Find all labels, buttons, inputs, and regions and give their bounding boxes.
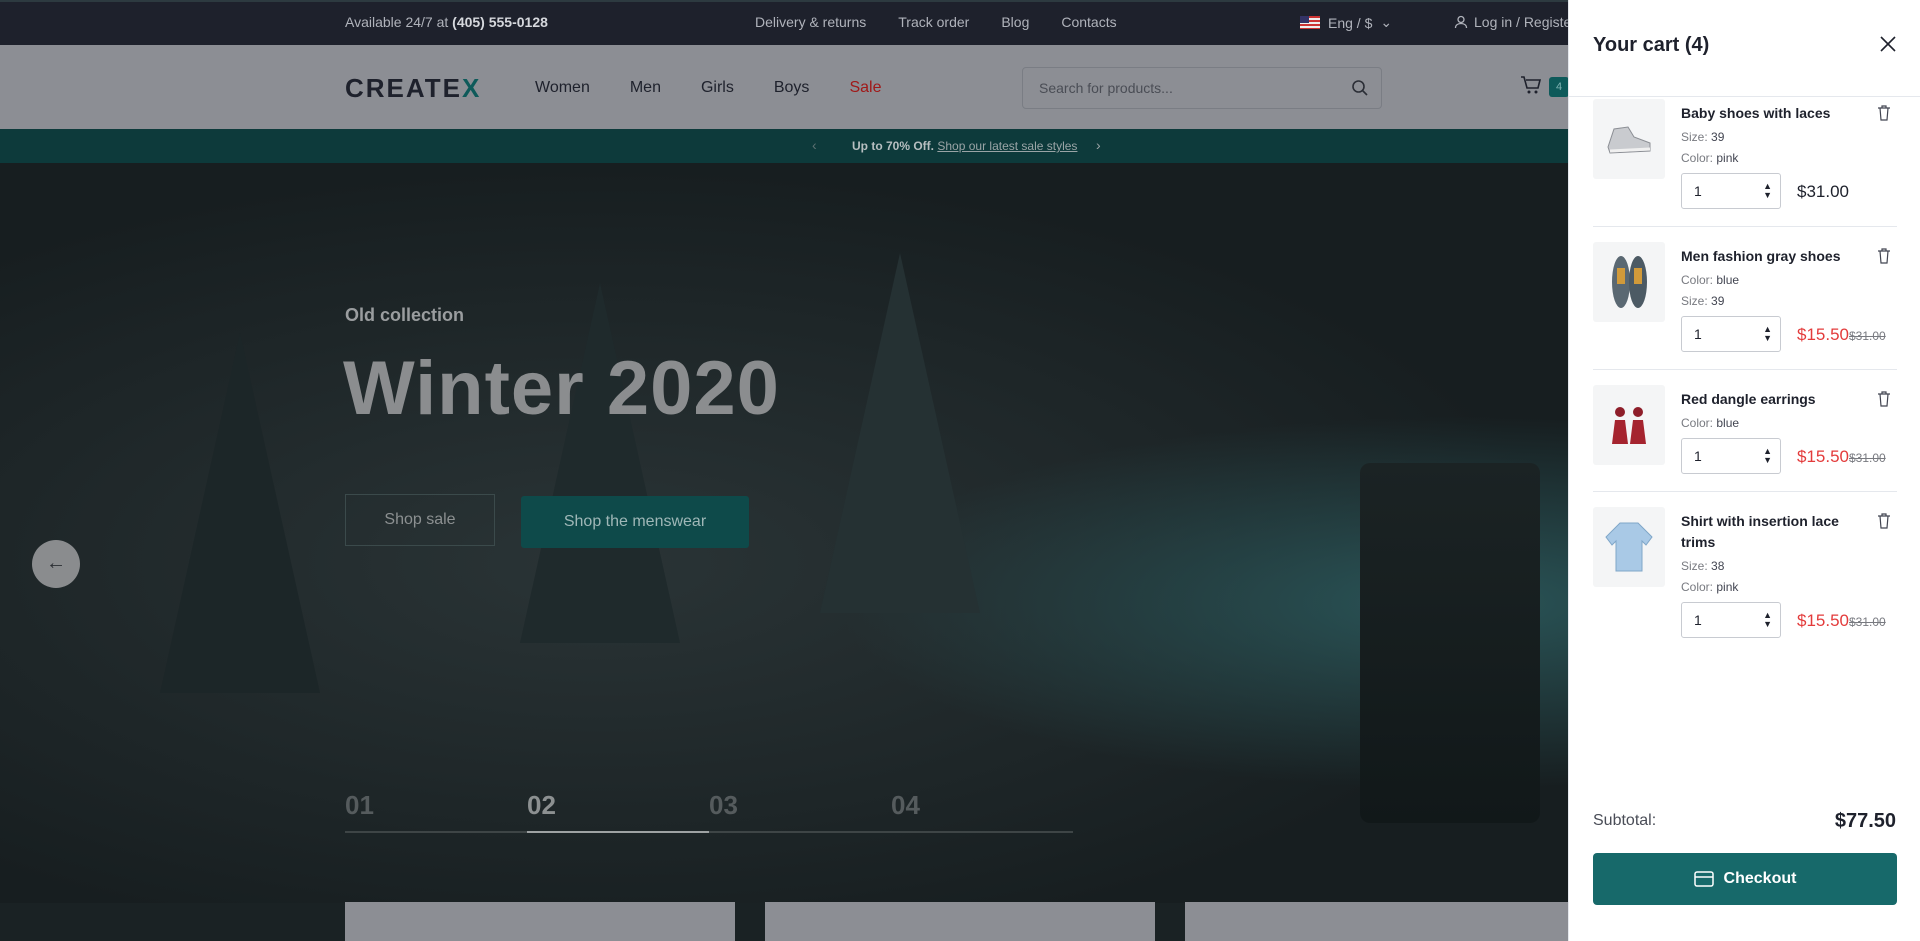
login-link[interactable]: Log in / Register xyxy=(1454,14,1576,30)
nav-girls[interactable]: Girls xyxy=(701,79,734,97)
gray-shoes-icon xyxy=(1612,256,1647,308)
top-links: Delivery & returns Track order Blog Cont… xyxy=(755,14,1117,30)
shirt-icon xyxy=(1605,522,1653,572)
user-icon xyxy=(1454,15,1468,29)
item-attribute: Size: 39 xyxy=(1681,294,1725,308)
shop-sale-button[interactable]: Shop sale xyxy=(345,494,495,546)
nav-sale[interactable]: Sale xyxy=(849,79,881,97)
link-contacts[interactable]: Contacts xyxy=(1061,14,1116,30)
chevron-right-icon[interactable]: › xyxy=(1096,137,1101,153)
subtotal-label: Subtotal: xyxy=(1593,812,1657,829)
stepper-arrows-icon[interactable]: ▲ ▼ xyxy=(1763,447,1772,465)
item-name[interactable]: Baby shoes with laces xyxy=(1681,103,1871,124)
phone-number[interactable]: (405) 555-0128 xyxy=(452,14,548,30)
credit-card-icon xyxy=(1693,871,1714,887)
trash-icon[interactable] xyxy=(1877,248,1891,264)
cart-count-badge: 4 xyxy=(1549,77,1569,97)
slide-tab[interactable]: 03 xyxy=(709,790,891,833)
item-price: $31.00 xyxy=(1797,182,1849,201)
cart-drawer: Your cart (4) Baby shoes with laces Size… xyxy=(1568,0,1920,941)
link-delivery[interactable]: Delivery & returns xyxy=(755,14,866,30)
link-blog[interactable]: Blog xyxy=(1001,14,1029,30)
shop-menswear-button[interactable]: Shop the menswear xyxy=(521,496,749,548)
slide-tab-active[interactable]: 02 xyxy=(527,790,709,833)
arrow-left-icon: ← xyxy=(46,552,66,574)
divider xyxy=(1569,96,1920,97)
search-placeholder: Search for products... xyxy=(1039,80,1173,96)
tree-decoration xyxy=(520,283,680,643)
cart-item: Men fashion gray shoes Color: blue Size:… xyxy=(1593,242,1897,370)
promo-link[interactable]: Shop our latest sale styles xyxy=(937,139,1077,153)
earrings-icon xyxy=(1612,407,1646,444)
search-input[interactable]: Search for products... xyxy=(1022,67,1382,109)
carousel-prev-button[interactable]: ← xyxy=(32,540,80,588)
category-cards xyxy=(345,902,1575,941)
quantity-stepper[interactable]: 1 ▲ ▼ xyxy=(1681,173,1781,209)
subtotal-value: $77.50 xyxy=(1834,810,1896,832)
stepper-arrows-icon[interactable]: ▲ ▼ xyxy=(1763,611,1772,629)
item-name[interactable]: Shirt with insertion lace trims xyxy=(1681,511,1871,553)
cart-item: Red dangle earrings Color: blue 1 ▲ ▼ $15.… xyxy=(1593,385,1897,492)
stepper-arrows-icon[interactable]: ▲ ▼ xyxy=(1763,182,1772,200)
item-old-price: $31.00 xyxy=(1849,615,1886,629)
hero-title: Winter 2020 xyxy=(343,346,780,431)
category-card[interactable] xyxy=(765,902,1155,941)
link-track-order[interactable]: Track order xyxy=(898,14,969,30)
slide-pagination: 01 02 03 04 xyxy=(345,790,1073,833)
logo[interactable]: CREATEX xyxy=(345,73,481,104)
item-name[interactable]: Red dangle earrings xyxy=(1681,389,1871,410)
trash-icon[interactable] xyxy=(1877,105,1891,121)
quantity-stepper[interactable]: 1 ▲ ▼ xyxy=(1681,438,1781,474)
item-attribute: Size: 38 xyxy=(1681,559,1725,573)
item-sale-price: $15.50 xyxy=(1797,325,1849,344)
cart-item: Shirt with insertion lace trims Size: 38… xyxy=(1593,507,1897,647)
product-thumbnail[interactable] xyxy=(1593,242,1665,322)
product-thumbnail[interactable] xyxy=(1593,507,1665,587)
train-image xyxy=(1360,463,1540,823)
item-name[interactable]: Men fashion gray shoes xyxy=(1681,246,1871,267)
item-sale-price: $15.50 xyxy=(1797,611,1849,630)
quantity-stepper[interactable]: 1 ▲ ▼ xyxy=(1681,602,1781,638)
cart-icon[interactable] xyxy=(1520,75,1542,95)
chevron-down-icon: ⌄ xyxy=(1380,14,1393,30)
chevron-left-icon[interactable]: ‹ xyxy=(812,137,817,153)
item-attribute: Color: blue xyxy=(1681,273,1740,287)
checkout-button[interactable]: Checkout xyxy=(1593,853,1897,905)
trash-icon[interactable] xyxy=(1877,513,1891,529)
language-selector[interactable]: Eng / $ ⌄ xyxy=(1300,14,1392,31)
item-sale-price: $15.50 xyxy=(1797,447,1849,466)
promo-text: Up to 70% Off. Shop our latest sale styl… xyxy=(852,139,1078,153)
quantity-stepper[interactable]: 1 ▲ ▼ xyxy=(1681,316,1781,352)
item-old-price: $31.00 xyxy=(1849,329,1886,343)
cart-title: Your cart (4) xyxy=(1593,34,1710,56)
tree-decoration xyxy=(160,333,320,693)
category-card[interactable] xyxy=(345,902,735,941)
hero-eyebrow: Old collection xyxy=(345,305,465,325)
product-thumbnail[interactable] xyxy=(1593,99,1665,179)
language-label: Eng / $ xyxy=(1328,14,1373,31)
us-flag-icon xyxy=(1300,16,1320,29)
nav-boys[interactable]: Boys xyxy=(774,79,810,97)
close-icon[interactable] xyxy=(1878,34,1898,54)
category-card[interactable] xyxy=(1185,902,1575,941)
search-icon[interactable] xyxy=(1351,79,1369,97)
nav-men[interactable]: Men xyxy=(630,79,661,97)
availability-text: Available 24/7 at (405) 555-0128 xyxy=(345,14,548,30)
main-nav: Women Men Girls Boys Sale xyxy=(535,79,881,97)
nav-women[interactable]: Women xyxy=(535,79,590,97)
trash-icon[interactable] xyxy=(1877,391,1891,407)
slide-tab[interactable]: 04 xyxy=(891,790,1073,833)
slide-tab[interactable]: 01 xyxy=(345,790,527,833)
item-attribute: Color: pink xyxy=(1681,580,1739,594)
baby-shoe-icon xyxy=(1607,126,1651,154)
item-attribute: Size: 39 xyxy=(1681,130,1725,144)
product-thumbnail[interactable] xyxy=(1593,385,1665,465)
item-attribute: Color: blue xyxy=(1681,416,1740,430)
item-old-price: $31.00 xyxy=(1849,451,1886,465)
tree-decoration xyxy=(820,253,980,613)
stepper-arrows-icon[interactable]: ▲ ▼ xyxy=(1763,325,1772,343)
cart-item: Baby shoes with laces Size: 39 Color: pi… xyxy=(1593,99,1897,227)
item-attribute: Color: pink xyxy=(1681,151,1739,165)
